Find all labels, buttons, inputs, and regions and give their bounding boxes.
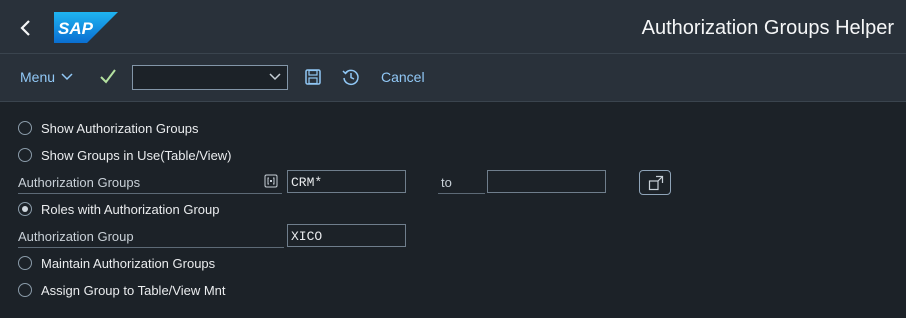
- option-show-groups-in-use[interactable]: Show Groups in Use(Table/View): [18, 145, 232, 165]
- multiple-selection-button[interactable]: [639, 170, 671, 195]
- menu-button[interactable]: Menu: [20, 69, 73, 85]
- back-button[interactable]: [12, 14, 40, 42]
- sap-logo: SAP: [54, 12, 118, 43]
- shell-header: SAP Authorization Groups Helper: [0, 0, 906, 54]
- option-label: Assign Group to Table/View Mnt: [41, 282, 226, 298]
- sap-logo-text: SAP: [58, 19, 94, 38]
- chevron-down-icon: [61, 73, 73, 81]
- command-field[interactable]: [132, 65, 288, 90]
- authorization-groups-from-input[interactable]: CRM*: [287, 170, 406, 193]
- option-maintain-authorization-groups[interactable]: Maintain Authorization Groups: [18, 253, 215, 273]
- value-help-icon[interactable]: [264, 174, 278, 188]
- history-button[interactable]: [341, 67, 361, 87]
- enter-button[interactable]: [98, 67, 118, 87]
- option-roles-with-authorization-group[interactable]: Roles with Authorization Group: [18, 199, 219, 219]
- multiple-selection-icon: [648, 175, 664, 191]
- authorization-groups-to-input[interactable]: [487, 170, 606, 193]
- radio-button[interactable]: [18, 256, 32, 270]
- menu-label: Menu: [20, 69, 56, 85]
- label-underline: [438, 193, 485, 194]
- authorization-group-label: Authorization Group: [18, 229, 134, 244]
- option-label: Maintain Authorization Groups: [41, 255, 216, 271]
- cancel-button[interactable]: Cancel: [381, 69, 425, 85]
- toolbar: Menu Cancel: [0, 54, 906, 102]
- page-title: Authorization Groups Helper: [641, 17, 894, 39]
- label-underline: [18, 193, 282, 194]
- history-icon: [342, 69, 359, 86]
- option-label: Roles with Authorization Group: [41, 201, 220, 217]
- radio-button[interactable]: [18, 121, 32, 135]
- authorization-group-input[interactable]: XICO: [287, 224, 406, 247]
- radio-button-selected[interactable]: [18, 202, 32, 216]
- radio-button[interactable]: [18, 148, 32, 162]
- option-assign-group-to-table-view[interactable]: Assign Group to Table/View Mnt: [18, 280, 226, 300]
- save-button[interactable]: [304, 68, 322, 86]
- chevron-down-icon: [269, 73, 281, 81]
- option-label: Show Groups in Use(Table/View): [41, 147, 232, 163]
- to-label: to: [441, 175, 452, 190]
- option-label: Show Authorization Groups: [41, 120, 199, 136]
- option-show-authorization-groups[interactable]: Show Authorization Groups: [18, 118, 199, 138]
- back-icon: [20, 20, 30, 36]
- radio-button[interactable]: [18, 283, 32, 297]
- save-icon: [305, 69, 321, 85]
- checkmark-icon: [100, 69, 116, 84]
- label-underline: [18, 247, 284, 248]
- authorization-groups-label: Authorization Groups: [18, 175, 141, 190]
